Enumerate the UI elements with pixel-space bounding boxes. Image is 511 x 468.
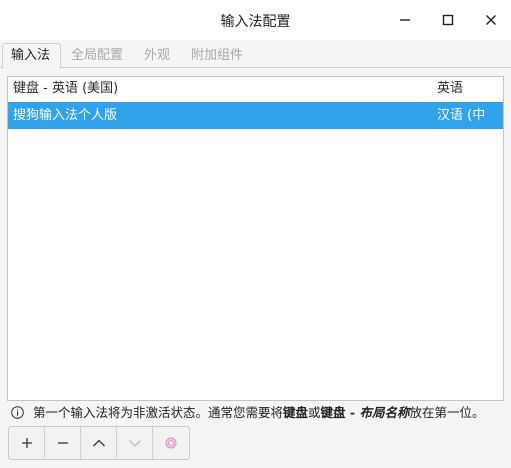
input-method-config-window: 输入法配置 输入法 全局配置 外观 附加组件 键盘 - 英语 (美国) 英语 搜… — [0, 0, 511, 468]
move-down-button[interactable] — [117, 427, 153, 459]
input-method-toolbar — [8, 426, 190, 460]
window-title: 输入法配置 — [220, 14, 291, 30]
tab-input-method[interactable]: 输入法 — [2, 43, 61, 69]
minimize-icon — [400, 19, 410, 21]
close-button[interactable] — [479, 8, 503, 32]
configure-button[interactable] — [153, 427, 189, 459]
close-icon — [486, 15, 496, 25]
add-button[interactable] — [9, 427, 45, 459]
title-bar: 输入法配置 — [0, 0, 511, 40]
configure-icon — [165, 437, 177, 449]
list-item[interactable]: 键盘 - 英语 (美国) 英语 — [8, 77, 503, 101]
remove-button[interactable] — [45, 427, 81, 459]
plus-icon — [21, 438, 32, 448]
tab-appearance[interactable]: 外观 — [136, 44, 178, 68]
input-method-list[interactable]: 键盘 - 英语 (美国) 英语 搜狗输入法个人版 汉语 (中国) — [7, 76, 504, 401]
list-item-name: 键盘 - 英语 (美国) — [13, 81, 119, 96]
list-item-language: 英语 — [437, 81, 464, 96]
list-item-language: 汉语 (中国) — [437, 108, 486, 150]
info-icon — [11, 406, 24, 419]
info-text: 第一个输入法将为非激活状态。通常您需要将键盘或键盘 - 布局名称放在第一位。 — [33, 405, 485, 420]
tab-addons[interactable]: 附加组件 — [183, 44, 251, 68]
tab-bar: 输入法 全局配置 外观 附加组件 — [0, 40, 511, 69]
tab-global-config[interactable]: 全局配置 — [63, 44, 131, 68]
list-item-selected[interactable]: 搜狗输入法个人版 汉语 (中国) — [8, 102, 503, 150]
maximize-icon — [442, 14, 454, 26]
maximize-button[interactable] — [436, 8, 460, 32]
minus-icon — [57, 442, 68, 444]
chevron-up-icon — [92, 439, 105, 447]
minimize-button[interactable] — [393, 8, 417, 32]
list-item-name: 搜狗输入法个人版 — [13, 108, 118, 123]
move-up-button[interactable] — [81, 427, 117, 459]
chevron-down-icon — [128, 440, 141, 447]
